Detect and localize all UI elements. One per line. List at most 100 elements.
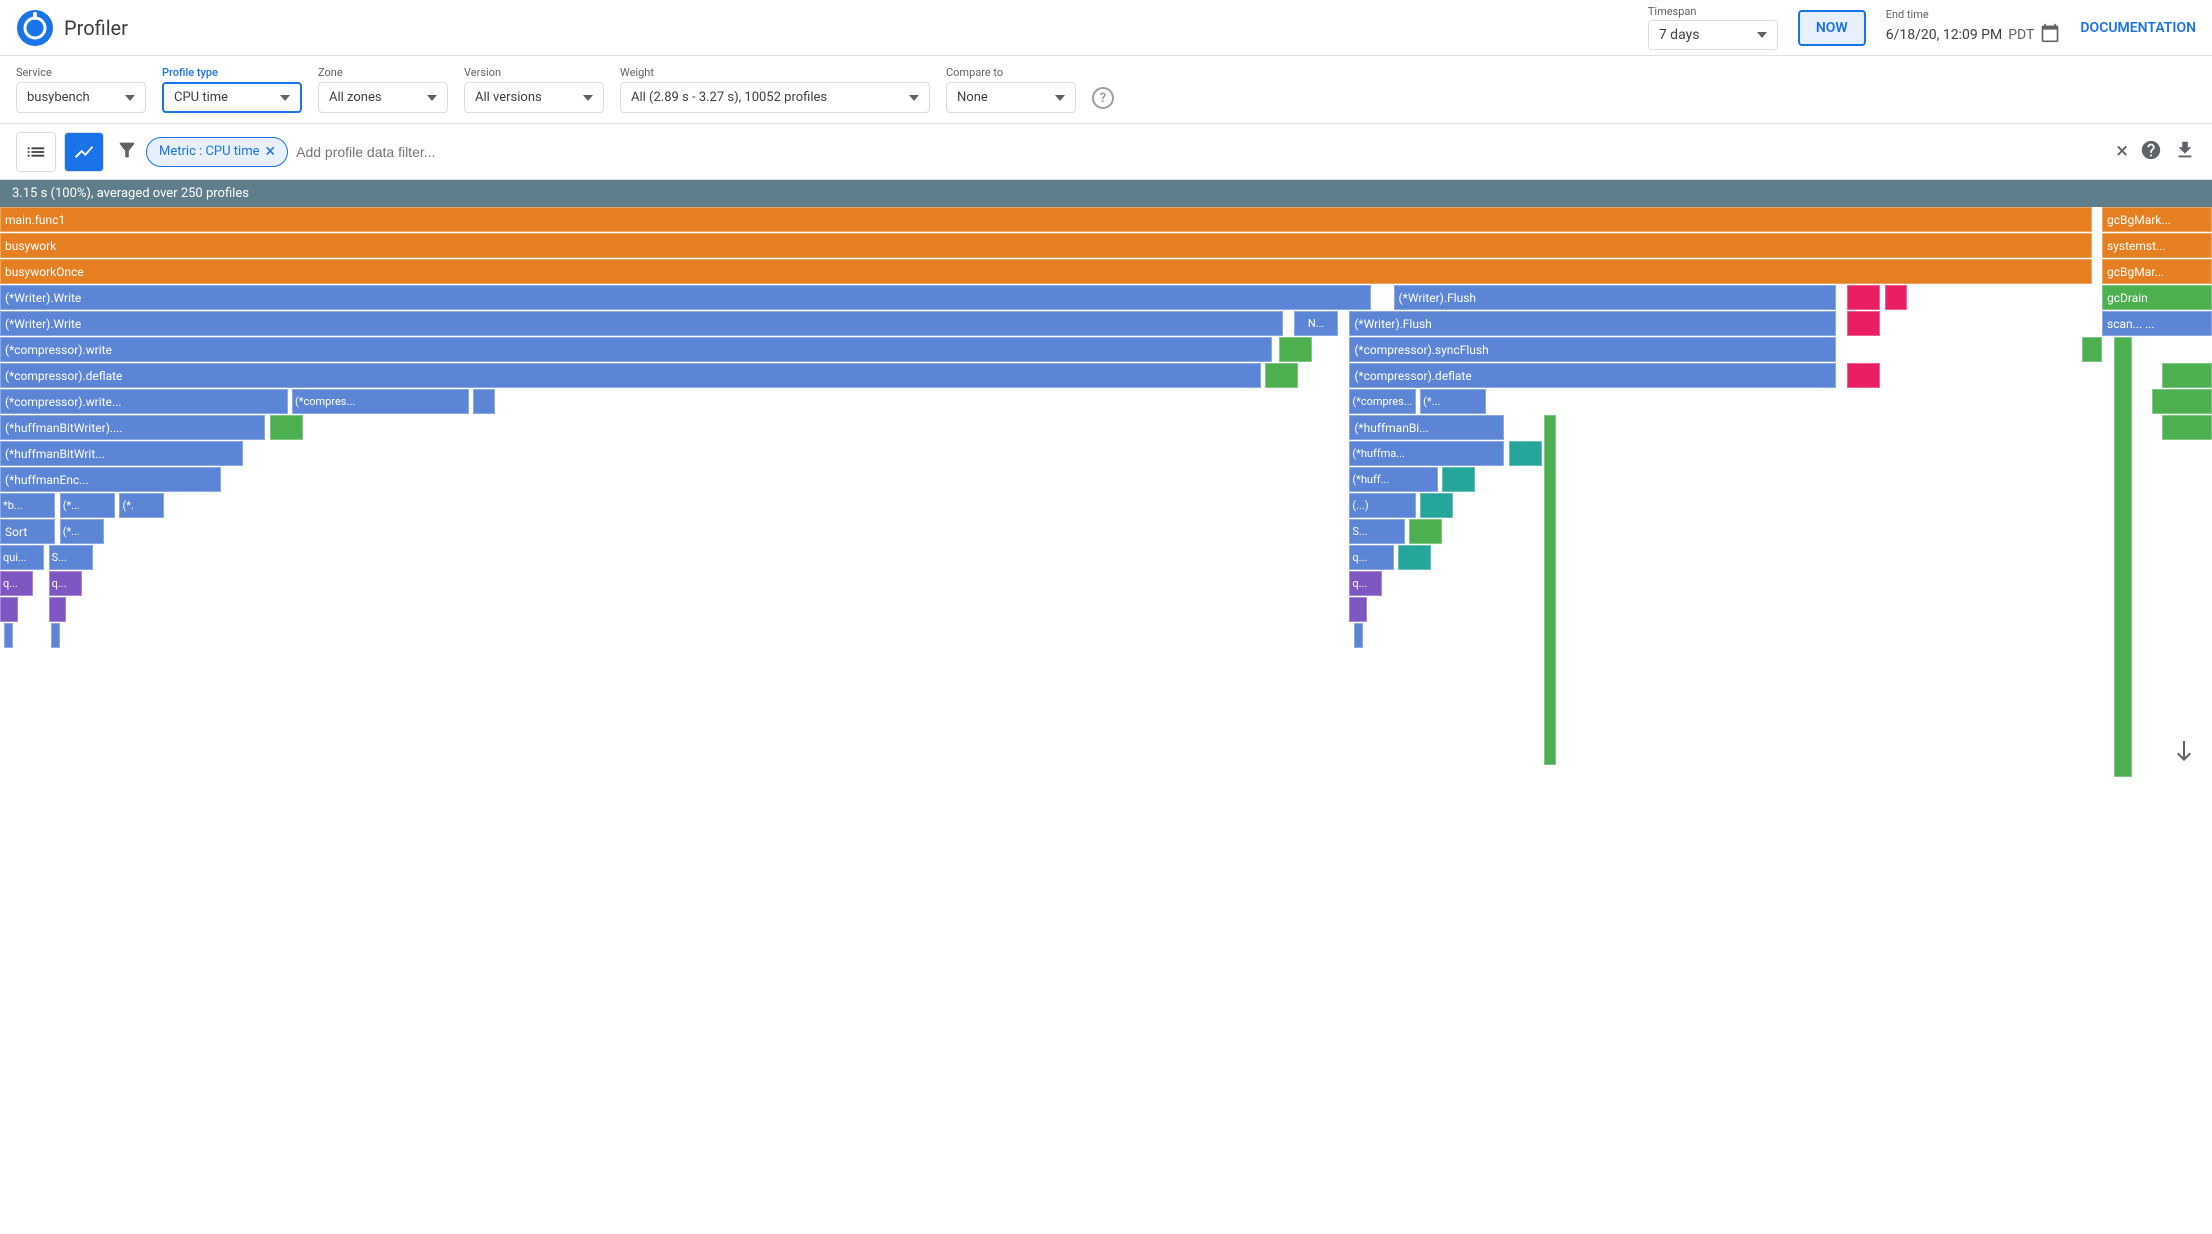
filter-download-icon[interactable] (2174, 139, 2196, 165)
compare-select[interactable]: None (946, 82, 1076, 113)
flame-cell-mid7[interactable]: (*huffma... (1349, 441, 1504, 466)
flame-cell-pink[interactable] (1847, 285, 1880, 310)
flame-cell-mid2[interactable]: (*Writer).Flush (1349, 311, 1836, 336)
flame-cell[interactable]: (*Writer).Write (0, 311, 1283, 336)
zone-select[interactable]: All zones (318, 82, 448, 113)
flame-cell-pink3[interactable] (1847, 311, 1880, 336)
flame-cell-sm2[interactable] (49, 597, 67, 622)
flame-cell[interactable]: (*compressor).write (0, 337, 1272, 362)
weight-select[interactable]: All (2.89 s - 3.27 s), 10052 profiles (620, 82, 930, 113)
filter-input[interactable] (296, 144, 1198, 160)
flame-cell-right3[interactable]: scan... ... (2102, 311, 2212, 336)
flame-cell-sub2[interactable] (473, 389, 495, 414)
weight-chevron (909, 95, 919, 101)
weight-label: Weight (620, 66, 930, 79)
flame-cell[interactable]: main.func1 (0, 207, 2092, 232)
flame-cell[interactable]: busywork (0, 233, 2092, 258)
flame-cell-mid4[interactable]: (*compressor).deflate (1349, 363, 1836, 388)
flame-cell-n[interactable]: N... (1294, 311, 1338, 336)
flame-cell-q2[interactable]: q... (49, 571, 82, 596)
zone-label: Zone (318, 66, 448, 79)
flame-cell-right5[interactable] (2152, 389, 2212, 414)
flame-cell-teal2[interactable] (1442, 467, 1475, 492)
now-button[interactable]: NOW (1798, 10, 1866, 46)
flame-cell-right6[interactable] (2162, 415, 2212, 440)
scroll-down-icon[interactable] (2172, 739, 2196, 767)
flame-cell-green4[interactable] (270, 415, 303, 440)
filter-help-icon[interactable] (2140, 139, 2162, 165)
flame-cell-par3[interactable]: (*... (60, 519, 104, 544)
flame-cell-sm3[interactable] (4, 623, 13, 648)
flame-cell-sm1[interactable] (0, 597, 18, 622)
chart-view-button[interactable] (64, 132, 104, 172)
documentation-link[interactable]: DOCUMENTATION (2080, 20, 2196, 36)
flame-cell-r1[interactable]: q... (1349, 571, 1382, 596)
flame-cell-sort[interactable]: Sort (0, 519, 55, 544)
flame-cell-mid11[interactable]: q... (1349, 545, 1393, 570)
flame-green-tall1[interactable] (2114, 337, 2132, 777)
list-view-button[interactable] (16, 132, 56, 172)
filter-icon[interactable] (116, 139, 138, 165)
endtime-value: 6/18/20, 12:09 PM (1886, 27, 2003, 43)
profile-type-chevron (280, 95, 290, 101)
flame-cell[interactable]: (*huffmanBitWriter).... (0, 415, 265, 440)
app-logo (16, 9, 54, 47)
flame-cell-mid6[interactable]: (*huffmanBi... (1349, 415, 1504, 440)
flame-cell-r3[interactable] (1354, 623, 1363, 648)
endtime-label: End time (1886, 8, 2061, 21)
flame-cell[interactable]: busyworkOnce (0, 259, 2092, 284)
flame-chart[interactable]: main.func1 gcBgMark... busywork systemst… (0, 207, 2212, 777)
service-label: Service (16, 66, 146, 79)
flame-cell-sm4[interactable] (51, 623, 60, 648)
flame-green-tall2[interactable] (1544, 415, 1556, 765)
flame-cell[interactable]: (*huffmanEnc... (0, 467, 221, 492)
flame-cell[interactable]: (*compressor).deflate (0, 363, 1261, 388)
flame-cell[interactable]: (*huffmanBitWrit... (0, 441, 243, 466)
flame-cell-mid10[interactable]: S... (1349, 519, 1404, 544)
zone-chevron (427, 95, 437, 101)
flame-cell-green5[interactable] (1409, 519, 1442, 544)
flame-cell-qui[interactable]: qui... (0, 545, 44, 570)
flame-cell-par2[interactable]: (*. (119, 493, 163, 518)
flame-cell-s[interactable]: S... (49, 545, 93, 570)
flame-cell-right2[interactable]: gcDrain (2102, 285, 2212, 310)
calendar-icon[interactable] (2040, 23, 2060, 47)
flame-cell-mid5[interactable]: (*compres... (1349, 389, 1415, 414)
flame-cell-pink4[interactable] (1847, 363, 1880, 388)
flame-cell-teal3[interactable] (1420, 493, 1453, 518)
flame-cell-right[interactable]: gcBgMark... (2102, 207, 2212, 232)
flame-cell-mid3[interactable]: (*compressor).syncFlush (1349, 337, 1836, 362)
flame-cell-green1[interactable] (1279, 337, 1312, 362)
flame-cell-par1[interactable]: (*... (60, 493, 115, 518)
service-dropdown-group: Service busybench (16, 66, 146, 113)
flame-cell-mid8[interactable]: (*huff... (1349, 467, 1437, 492)
flame-header: 3.15 s (100%), averaged over 250 profile… (0, 180, 2212, 207)
filter-clear-button[interactable]: × (2116, 141, 2128, 163)
flame-cell[interactable]: (*compressor).write... (0, 389, 288, 414)
service-select[interactable]: busybench (16, 82, 146, 113)
flame-cell-mid5b[interactable]: (*... (1420, 389, 1486, 414)
flame-cell-mid9[interactable]: (...) (1349, 493, 1415, 518)
flame-cell-right[interactable]: gcBgMar... (2102, 259, 2212, 284)
flame-cell-green2[interactable] (2082, 337, 2102, 362)
flame-cell-sub1[interactable]: (*compres... (292, 389, 469, 414)
profile-type-select[interactable]: CPU time (162, 82, 302, 113)
flame-cell-green3[interactable] (1265, 363, 1298, 388)
flame-cell-right4[interactable] (2162, 363, 2212, 388)
timespan-select[interactable]: 7 days (1648, 20, 1778, 50)
flame-cell-teal4[interactable] (1398, 545, 1431, 570)
compare-help-icon[interactable]: ? (1092, 87, 1114, 109)
compare-dropdown-group: Compare to None (946, 66, 1076, 113)
flame-cell-q1[interactable]: q... (0, 571, 33, 596)
flame-cell[interactable]: (*Writer).Write (0, 285, 1371, 310)
chip-close-icon[interactable]: × (266, 143, 276, 161)
version-select[interactable]: All versions (464, 82, 604, 113)
metric-filter-chip[interactable]: Metric : CPU time × (146, 137, 288, 167)
flame-cell-r2[interactable] (1349, 597, 1367, 622)
flame-cell-mid[interactable]: (*Writer).Flush (1394, 285, 1836, 310)
flame-cell-pink2[interactable] (1885, 285, 1907, 310)
flame-cell-right[interactable]: systemst... (2102, 233, 2212, 258)
flame-cell-teal1[interactable] (1509, 441, 1542, 466)
flame-cell-b[interactable]: *b... (0, 493, 55, 518)
compare-chevron (1055, 95, 1065, 101)
